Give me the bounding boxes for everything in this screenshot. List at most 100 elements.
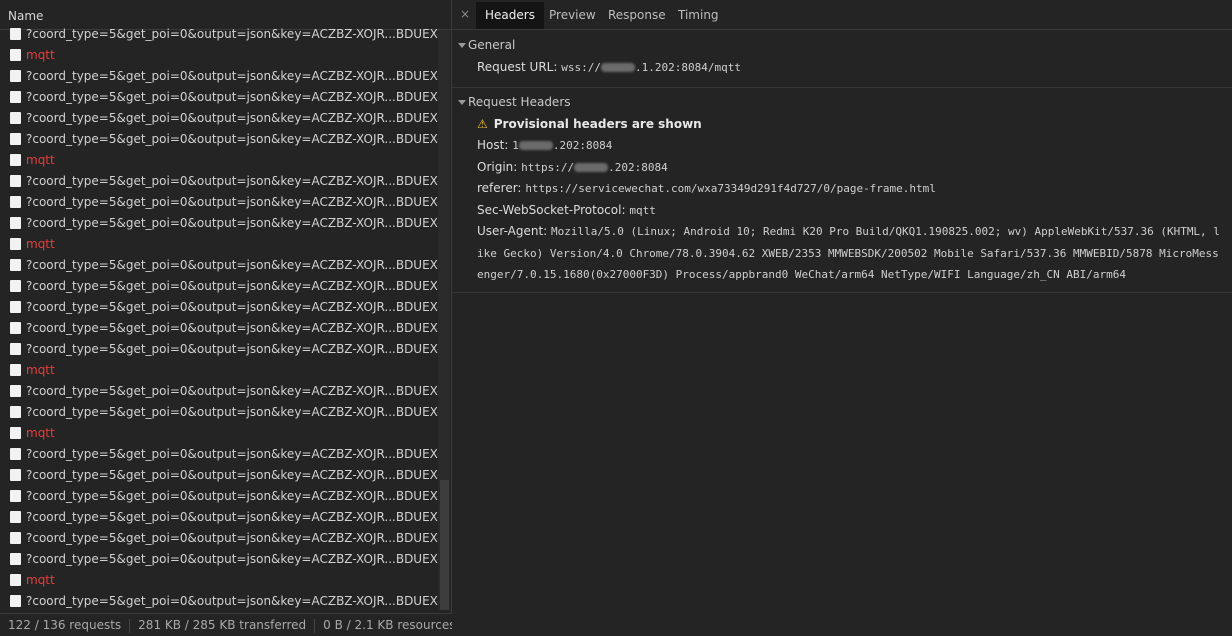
request-row[interactable]: mqtt bbox=[0, 150, 438, 171]
general-section-toggle[interactable]: General bbox=[452, 33, 1232, 57]
close-icon[interactable]: × bbox=[460, 7, 470, 21]
request-row[interactable]: mqtt bbox=[0, 45, 438, 66]
request-url-row: Request URL: wss:// .1.202:8084/mqtt bbox=[452, 57, 1232, 79]
request-name: ?coord_type=5&get_poi=0&output=json&key=… bbox=[26, 489, 438, 503]
request-name: ?coord_type=5&get_poi=0&output=json&key=… bbox=[26, 447, 438, 461]
request-row[interactable]: ?coord_type=5&get_poi=0&output=json&key=… bbox=[0, 591, 438, 612]
origin-header-row: Origin: https:// .202:8084 bbox=[452, 157, 1232, 179]
resources-size: 0 B / 2.1 KB resources bbox=[323, 618, 456, 632]
request-row[interactable]: mqtt bbox=[0, 423, 438, 444]
websocket-protocol-header-row: Sec-WebSocket-Protocol: mqtt bbox=[452, 200, 1232, 222]
referer-key: referer: bbox=[477, 181, 522, 195]
request-headers-section-toggle[interactable]: Request Headers bbox=[452, 90, 1232, 114]
request-name: ?coord_type=5&get_poi=0&output=json&key=… bbox=[26, 510, 438, 524]
request-url-suffix: .1.202:8084/mqtt bbox=[635, 61, 741, 74]
request-name: mqtt bbox=[26, 153, 55, 167]
request-row[interactable]: ?coord_type=5&get_poi=0&output=json&key=… bbox=[0, 465, 438, 486]
request-name: ?coord_type=5&get_poi=0&output=json&key=… bbox=[26, 258, 438, 272]
tab-headers[interactable]: Headers bbox=[476, 2, 544, 29]
document-file-icon bbox=[10, 49, 21, 61]
websocket-protocol-key: Sec-WebSocket-Protocol: bbox=[477, 202, 626, 217]
request-row[interactable]: ?coord_type=5&get_poi=0&output=json&key=… bbox=[0, 192, 438, 213]
request-row[interactable]: ?coord_type=5&get_poi=0&output=json&key=… bbox=[0, 297, 438, 318]
document-file-icon bbox=[10, 427, 21, 439]
document-file-icon bbox=[10, 259, 21, 271]
warning-icon: ⚠ bbox=[477, 116, 488, 131]
request-name: ?coord_type=5&get_poi=0&output=json&key=… bbox=[26, 531, 438, 545]
request-row[interactable]: mqtt bbox=[0, 234, 438, 255]
request-name: ?coord_type=5&get_poi=0&output=json&key=… bbox=[26, 405, 438, 419]
request-row[interactable]: ?coord_type=5&get_poi=0&output=json&key=… bbox=[0, 213, 438, 234]
document-file-icon bbox=[10, 175, 21, 187]
request-url-prefix: wss:// bbox=[561, 61, 601, 74]
host-key: Host: bbox=[477, 138, 509, 152]
request-name: ?coord_type=5&get_poi=0&output=json&key=… bbox=[26, 321, 438, 335]
provisional-warning-row: ⚠ Provisional headers are shown bbox=[452, 114, 1232, 136]
request-row[interactable]: ?coord_type=5&get_poi=0&output=json&key=… bbox=[0, 108, 438, 129]
request-row[interactable]: ?coord_type=5&get_poi=0&output=json&key=… bbox=[0, 549, 438, 570]
request-row[interactable]: mqtt bbox=[0, 570, 438, 591]
user-agent-value: Mozilla/5.0 (Linux; Android 10; Redmi K2… bbox=[477, 225, 1220, 281]
request-name: ?coord_type=5&get_poi=0&output=json&key=… bbox=[26, 111, 438, 125]
request-url-key: Request URL: bbox=[477, 60, 558, 74]
document-file-icon bbox=[10, 364, 21, 376]
redacted-ip bbox=[518, 141, 553, 150]
request-name: ?coord_type=5&get_poi=0&output=json&key=… bbox=[26, 552, 438, 566]
document-file-icon bbox=[10, 469, 21, 481]
request-row[interactable]: ?coord_type=5&get_poi=0&output=json&key=… bbox=[0, 444, 438, 465]
request-name: ?coord_type=5&get_poi=0&output=json&key=… bbox=[26, 132, 438, 146]
document-file-icon bbox=[10, 553, 21, 565]
general-section-title: General bbox=[468, 38, 516, 52]
request-row[interactable]: ?coord_type=5&get_poi=0&output=json&key=… bbox=[0, 87, 438, 108]
request-row[interactable]: ?coord_type=5&get_poi=0&output=json&key=… bbox=[0, 255, 438, 276]
referer-header-row: referer: https://servicewechat.com/wxa73… bbox=[452, 178, 1232, 200]
document-file-icon bbox=[10, 91, 21, 103]
referer-value: https://servicewechat.com/wxa73349d291f4… bbox=[525, 182, 936, 195]
document-file-icon bbox=[10, 406, 21, 418]
tab-timing[interactable]: Timing bbox=[669, 2, 728, 29]
document-file-icon bbox=[10, 238, 21, 250]
document-file-icon bbox=[10, 217, 21, 229]
scrollbar-thumb[interactable] bbox=[440, 480, 449, 610]
request-name: mqtt bbox=[26, 48, 55, 62]
tab-response[interactable]: Response bbox=[599, 2, 675, 29]
request-row[interactable]: ?coord_type=5&get_poi=0&output=json&key=… bbox=[0, 507, 438, 528]
origin-suffix: .202:8084 bbox=[608, 160, 668, 174]
request-name: ?coord_type=5&get_poi=0&output=json&key=… bbox=[26, 342, 438, 356]
transferred-size: 281 KB / 285 KB transferred bbox=[138, 618, 307, 632]
section-divider bbox=[452, 291, 1232, 293]
host-prefix: 1 bbox=[512, 139, 519, 152]
request-row[interactable]: ?coord_type=5&get_poi=0&output=json&key=… bbox=[0, 129, 438, 150]
network-status-bar: 122 / 136 requests 281 KB / 285 KB transf… bbox=[0, 613, 455, 636]
request-row[interactable]: ?coord_type=5&get_poi=0&output=json&key=… bbox=[0, 318, 438, 339]
host-suffix: .202:8084 bbox=[552, 139, 613, 152]
request-row[interactable]: ?coord_type=5&get_poi=0&output=json&key=… bbox=[0, 402, 438, 423]
request-row[interactable]: ?coord_type=5&get_poi=0&output=json&key=… bbox=[0, 24, 438, 45]
document-file-icon bbox=[10, 154, 21, 166]
request-name: ?coord_type=5&get_poi=0&output=json&key=… bbox=[26, 174, 438, 188]
request-row[interactable]: ?coord_type=5&get_poi=0&output=json&key=… bbox=[0, 528, 438, 549]
request-name: ?coord_type=5&get_poi=0&output=json&key=… bbox=[26, 195, 438, 209]
request-row[interactable]: ?coord_type=5&get_poi=0&output=json&key=… bbox=[0, 171, 438, 192]
document-file-icon bbox=[10, 28, 21, 40]
request-row[interactable]: ?coord_type=5&get_poi=0&output=json&key=… bbox=[0, 339, 438, 360]
requests-count: 122 / 136 requests bbox=[8, 618, 122, 632]
document-file-icon bbox=[10, 385, 21, 397]
expand-triangle-icon bbox=[458, 99, 466, 105]
request-row[interactable]: ?coord_type=5&get_poi=0&output=json&key=… bbox=[0, 66, 438, 87]
tab-preview[interactable]: Preview bbox=[540, 2, 605, 29]
origin-key: Origin: bbox=[477, 159, 518, 174]
request-name: mqtt bbox=[26, 363, 55, 377]
document-file-icon bbox=[10, 574, 21, 586]
document-file-icon bbox=[10, 448, 21, 460]
expand-triangle-icon bbox=[458, 43, 466, 48]
request-row[interactable]: mqtt bbox=[0, 360, 438, 381]
request-name: ?coord_type=5&get_poi=0&output=json&key=… bbox=[26, 27, 438, 41]
details-tab-bar: × Headers Preview Response Timing bbox=[452, 0, 1232, 30]
request-row[interactable]: ?coord_type=5&get_poi=0&output=json&key=… bbox=[0, 486, 438, 507]
request-row[interactable]: ?coord_type=5&get_poi=0&output=json&key=… bbox=[0, 381, 438, 402]
request-row[interactable]: ?coord_type=5&get_poi=0&output=json&key=… bbox=[0, 276, 438, 297]
provisional-warning-text: Provisional headers are shown bbox=[493, 116, 702, 131]
request-name: ?coord_type=5&get_poi=0&output=json&key=… bbox=[26, 384, 438, 398]
origin-prefix: https:// bbox=[521, 160, 575, 174]
